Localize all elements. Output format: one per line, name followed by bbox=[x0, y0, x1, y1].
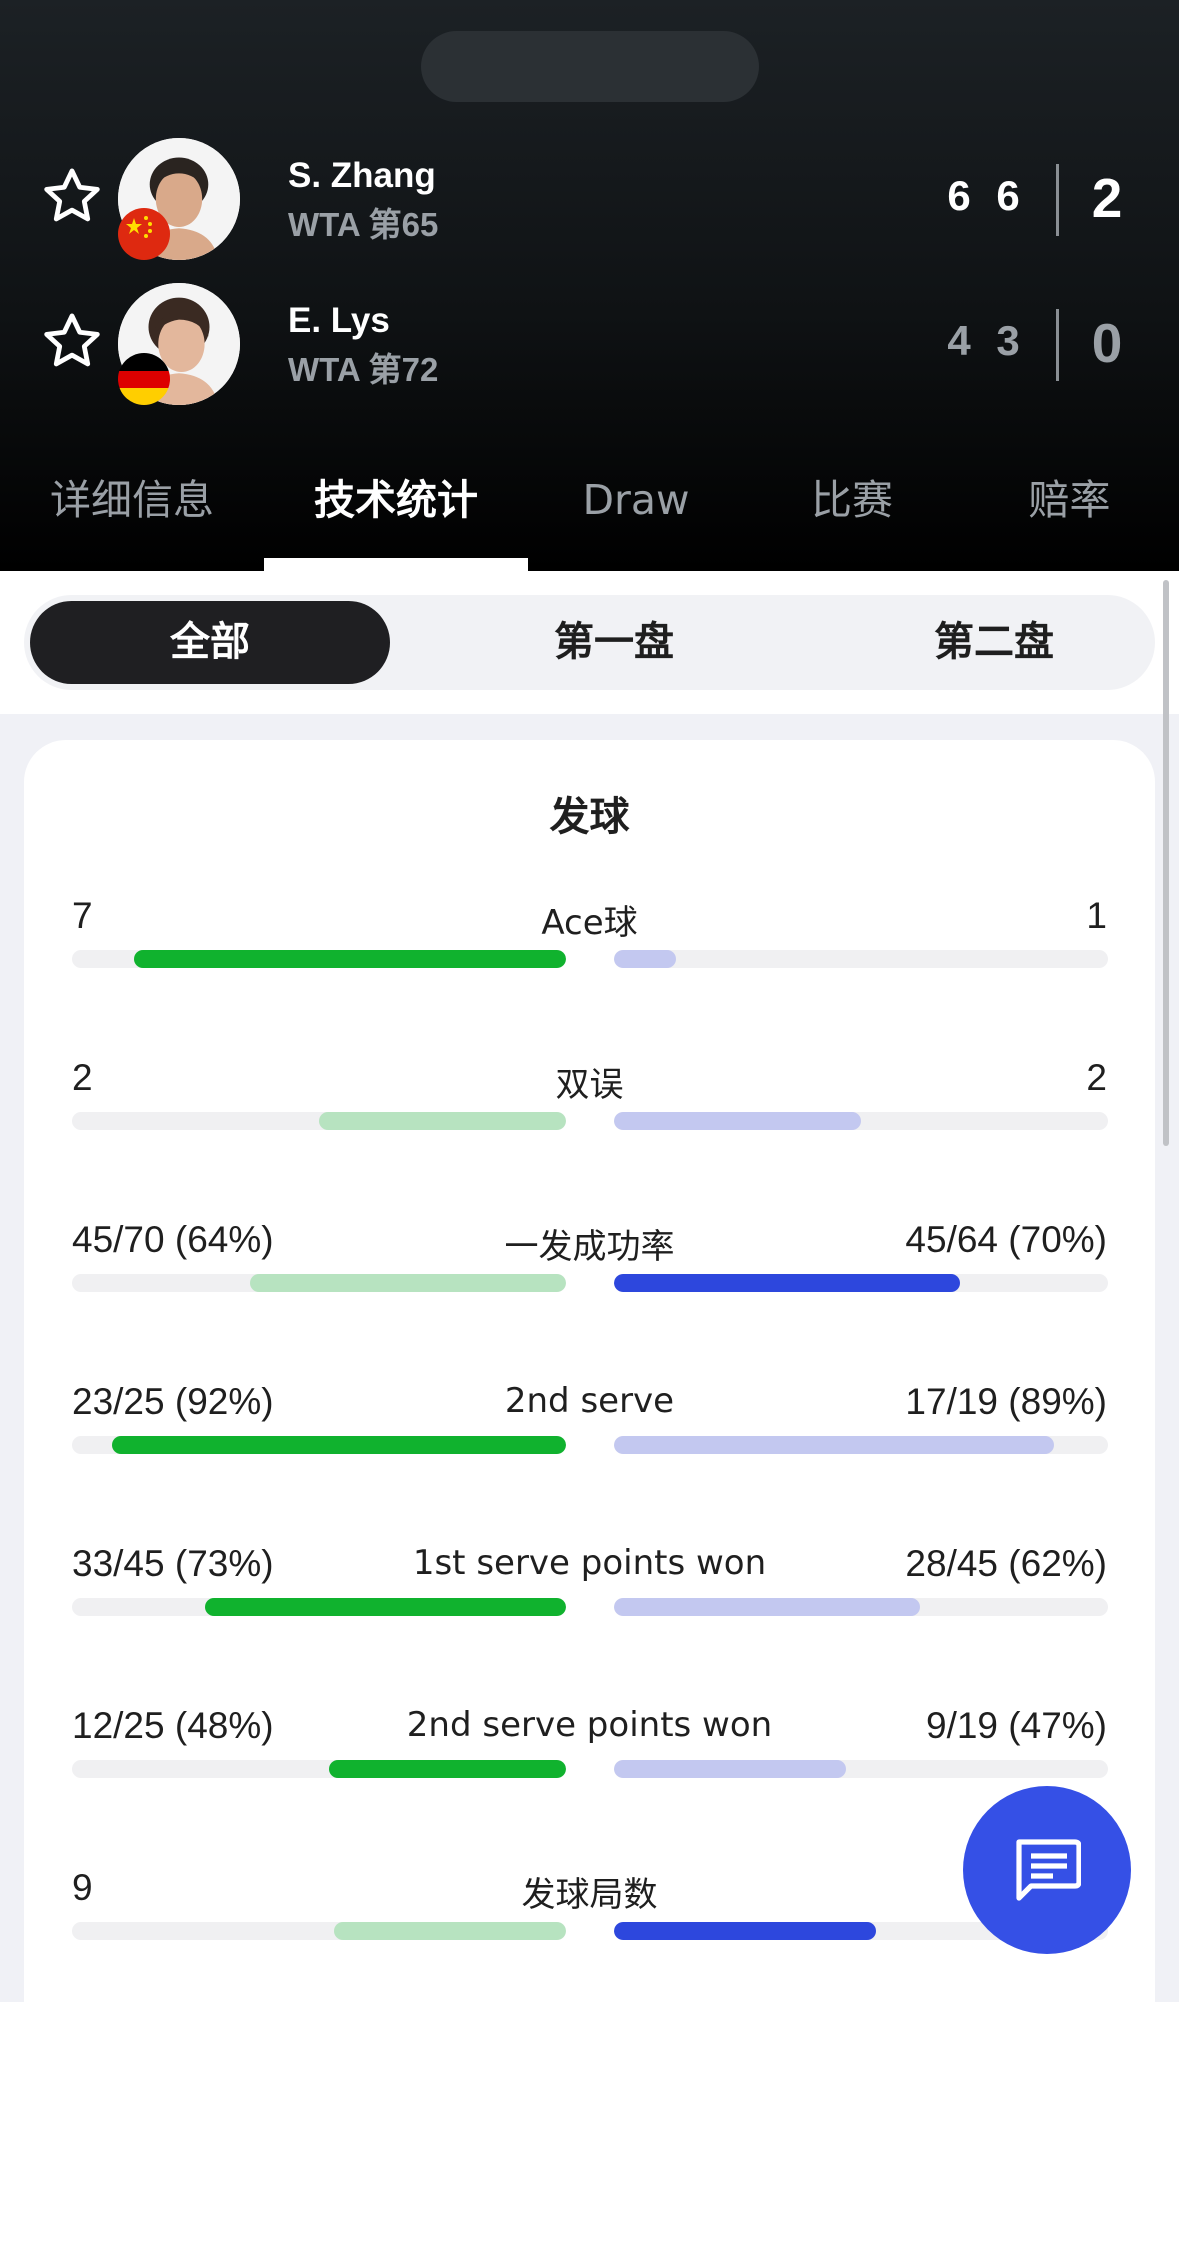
score-divider bbox=[1056, 309, 1059, 381]
stat-left-bar bbox=[72, 1436, 566, 1454]
stat-row: 2 双误 2 bbox=[24, 1057, 1155, 1167]
stat-right-fill bbox=[614, 1274, 960, 1292]
stat-right-bar bbox=[614, 1112, 1108, 1130]
stat-left-bar bbox=[72, 1274, 566, 1292]
match-score: 0 bbox=[1091, 312, 1123, 374]
stat-left-fill bbox=[205, 1598, 566, 1616]
stat-right-fill bbox=[614, 1760, 847, 1778]
stat-right-fill bbox=[614, 1598, 921, 1616]
stat-right-value: 1 bbox=[1086, 895, 1107, 936]
player-name[interactable]: S. Zhang bbox=[288, 156, 436, 196]
drag-handle-pill[interactable] bbox=[421, 31, 759, 102]
stat-label: 双误 bbox=[555, 1065, 624, 1105]
match-header: S. Zhang WTA 第65 6 6 2 E. Lys WTA 第72 4 … bbox=[0, 0, 1179, 571]
stat-right-fill bbox=[614, 1922, 876, 1940]
stat-right-fill bbox=[614, 1436, 1054, 1454]
stat-left-fill bbox=[333, 1922, 566, 1940]
player-row-2: E. Lys WTA 第72 4 3 0 bbox=[0, 279, 1179, 409]
player-rank: WTA 第72 bbox=[288, 351, 439, 388]
tab-stats[interactable]: 技术统计 bbox=[264, 460, 528, 571]
tab-draw[interactable]: Draw bbox=[528, 460, 744, 571]
stat-right-bar bbox=[614, 1760, 1108, 1778]
stat-right-fill bbox=[614, 1112, 861, 1130]
stat-right-bar bbox=[614, 1436, 1108, 1454]
stat-right-bar bbox=[614, 1598, 1108, 1616]
scrollbar[interactable] bbox=[1163, 580, 1169, 1146]
stat-left-bar bbox=[72, 1598, 566, 1616]
stat-right-value: 9/19 (47%) bbox=[926, 1705, 1107, 1746]
stat-left-bar bbox=[72, 1922, 566, 1940]
stat-left-fill bbox=[319, 1112, 566, 1130]
tab-details[interactable]: 详细信息 bbox=[0, 460, 264, 571]
player-row-1: S. Zhang WTA 第65 6 6 2 bbox=[0, 134, 1179, 264]
set-score: 4 bbox=[947, 317, 971, 364]
stat-label: Ace球 bbox=[541, 903, 638, 943]
stat-left-bar bbox=[72, 1112, 566, 1130]
set-filter: 全部 第一盘 第二盘 bbox=[24, 595, 1155, 690]
stat-row: 45/70 (64%) 一发成功率 45/64 (70%) bbox=[24, 1219, 1155, 1329]
set-score: 3 bbox=[996, 317, 1020, 364]
stat-right-value: 2 bbox=[1086, 1057, 1107, 1098]
star-icon[interactable] bbox=[40, 309, 104, 373]
stat-right-value: 28/45 (62%) bbox=[905, 1543, 1107, 1584]
match-score: 2 bbox=[1091, 167, 1123, 229]
section-title: 发球 bbox=[549, 794, 630, 840]
stat-row: 12/25 (48%) 2nd serve points won 9/19 (4… bbox=[24, 1705, 1155, 1815]
stat-left-bar bbox=[72, 950, 566, 968]
stat-right-bar bbox=[614, 950, 1108, 968]
stat-right-bar bbox=[614, 1274, 1108, 1292]
set-score: 6 bbox=[947, 172, 971, 219]
stat-row: 7 Ace球 1 bbox=[24, 895, 1155, 1005]
stat-left-fill bbox=[111, 1436, 566, 1454]
segment-all[interactable]: 全部 bbox=[30, 601, 390, 684]
tab-matches[interactable]: 比赛 bbox=[744, 460, 960, 571]
china-flag-icon bbox=[118, 208, 170, 260]
player-rank: WTA 第65 bbox=[288, 206, 439, 243]
stat-left-bar bbox=[72, 1760, 566, 1778]
score-divider bbox=[1056, 164, 1059, 236]
stat-right-value: 45/64 (70%) bbox=[905, 1219, 1107, 1260]
player-name[interactable]: E. Lys bbox=[288, 301, 390, 341]
active-tab-indicator bbox=[264, 558, 528, 571]
stat-right-value: 17/19 (89%) bbox=[905, 1381, 1107, 1422]
set-filter-area: 全部 第一盘 第二盘 bbox=[0, 571, 1179, 714]
stat-left-fill bbox=[328, 1760, 566, 1778]
stat-row: 33/45 (73%) 1st serve points won 28/45 (… bbox=[24, 1543, 1155, 1653]
germany-flag-icon bbox=[118, 353, 170, 405]
set-score: 6 bbox=[996, 172, 1020, 219]
star-icon[interactable] bbox=[40, 164, 104, 228]
segment-set-2[interactable]: 第二盘 bbox=[804, 595, 1179, 690]
stat-left-fill bbox=[133, 950, 566, 968]
segment-set-1[interactable]: 第一盘 bbox=[424, 595, 804, 690]
chat-button[interactable] bbox=[963, 1786, 1131, 1954]
chat-icon bbox=[1016, 1839, 1081, 1901]
stat-row: 23/25 (92%) 2nd serve 17/19 (89%) bbox=[24, 1381, 1155, 1491]
stat-left-fill bbox=[249, 1274, 566, 1292]
tab-bar: 详细信息 技术统计 Draw 比赛 赔率 bbox=[0, 460, 1179, 571]
tab-odds[interactable]: 赔率 bbox=[960, 460, 1179, 571]
stat-right-fill bbox=[614, 950, 676, 968]
